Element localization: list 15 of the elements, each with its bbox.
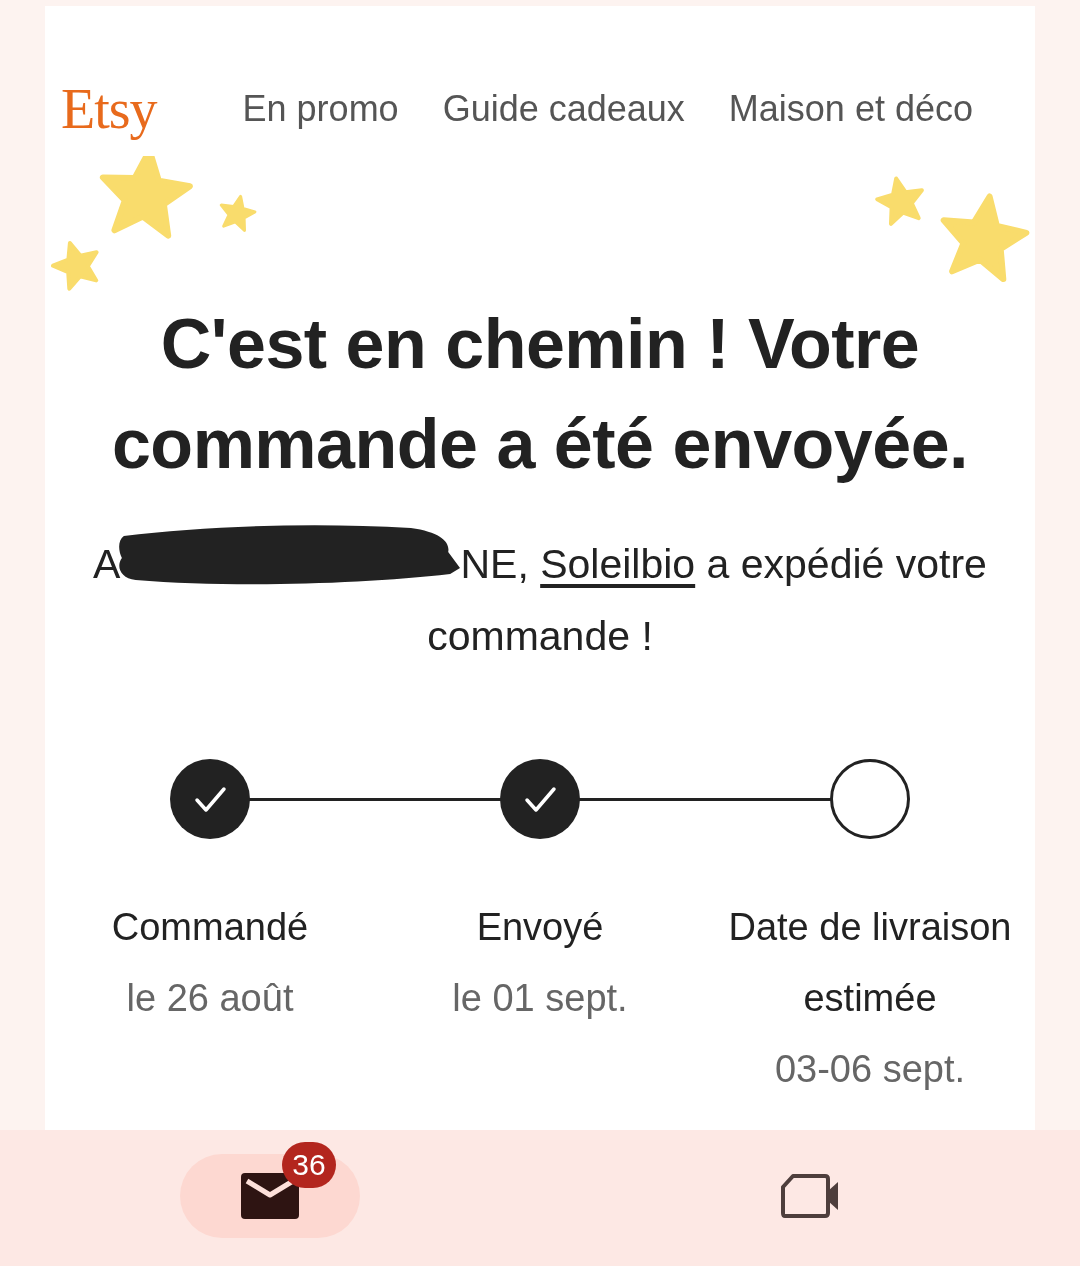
unread-badge: 36 [282,1142,336,1188]
heading: C'est en chemin ! Votre commande a été envoyée. [110,304,970,485]
mail-icon [241,1173,299,1219]
nav-link[interactable]: En promo [242,88,399,130]
nav-link[interactable]: Maison et déco [728,88,973,130]
shop-link[interactable]: Soleilbio [540,541,696,587]
step-label: Envoyé [475,905,605,950]
step-date: 03-06 sept. [774,1047,966,1092]
step-label: Date de livraison estimée [727,905,1013,1021]
video-camera-icon [781,1173,839,1219]
step-date: le 01 sept. [452,976,628,1021]
step-date: le 26 août [126,976,294,1021]
message-text: A NE, Soleilbio a expédié votre commande ! [45,528,1035,672]
step-label: Commandé [110,905,310,950]
nav-link[interactable]: Guide cadeaux [442,88,685,130]
